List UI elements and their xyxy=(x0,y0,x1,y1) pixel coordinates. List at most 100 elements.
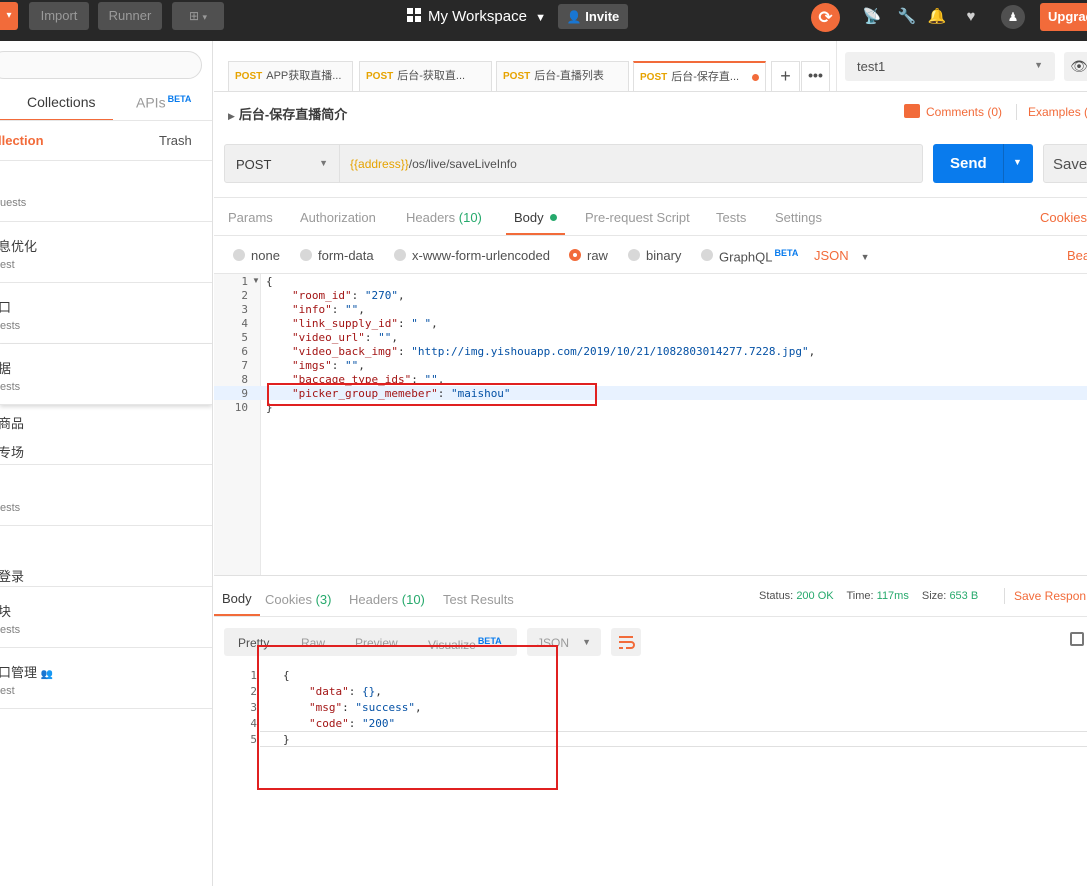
collection-item[interactable]: 口管理 👥 est xyxy=(0,648,212,709)
new-button[interactable]: ▾ xyxy=(0,2,18,30)
save-button[interactable]: Save xyxy=(1043,144,1087,183)
runner-button[interactable]: Runner xyxy=(98,2,162,30)
tab-tests[interactable]: Tests xyxy=(716,210,746,225)
invite-button[interactable]: 👤 Invite xyxy=(558,4,628,29)
url-input[interactable]: {{address}}/os/live/saveLiveInfo xyxy=(340,144,923,183)
radio-none-label: none xyxy=(251,248,280,263)
divider xyxy=(836,41,837,91)
request-tab[interactable]: POST APP获取直播... xyxy=(228,61,353,92)
copy-icon[interactable] xyxy=(1070,632,1084,646)
collection-item[interactable]: uests xyxy=(0,161,212,222)
beautify-link[interactable]: Bea xyxy=(1067,248,1087,263)
method-select[interactable]: POST ▼ xyxy=(224,144,340,183)
comment-icon xyxy=(904,104,920,118)
divider xyxy=(0,120,212,121)
json-punctuation: { xyxy=(266,275,273,288)
response-tab-body[interactable]: Body xyxy=(214,577,260,616)
json-key: "video_back_img" xyxy=(292,345,398,358)
line-number: 7 xyxy=(241,359,248,372)
tab-params[interactable]: Params xyxy=(228,210,273,225)
response-tab-test-results[interactable]: Test Results xyxy=(443,592,514,607)
cookies-link[interactable]: Cookies xyxy=(1040,210,1087,225)
radio-form-data[interactable] xyxy=(300,249,312,261)
environment-select[interactable]: test1 ▼ xyxy=(845,52,1055,81)
request-tab-active[interactable]: POST 后台-保存直... xyxy=(633,61,766,92)
eye-icon[interactable]: 👁 xyxy=(1064,52,1087,81)
collection-item[interactable]: ests xyxy=(0,465,212,526)
workspace-switcher[interactable]: My Workspace ▼ xyxy=(406,6,546,28)
wrench-icon[interactable]: 🔧 xyxy=(896,6,918,28)
response-tab-headers[interactable]: Headers (10) xyxy=(349,592,425,607)
radio-urlencoded[interactable] xyxy=(394,249,406,261)
tab-settings[interactable]: Settings xyxy=(775,210,822,225)
collection-item[interactable]: 口 ests xyxy=(0,283,212,344)
new-tab-button[interactable]: + xyxy=(771,61,800,92)
send-button[interactable]: Send ▼ xyxy=(933,144,1033,183)
tab-headers[interactable]: Headers (10) xyxy=(406,210,482,225)
divider xyxy=(1004,588,1005,604)
url-variable: {{address}} xyxy=(350,157,409,171)
save-response-button[interactable]: Save Respon xyxy=(1014,589,1086,603)
chevron-down-icon: ▼ xyxy=(860,252,870,262)
comments-button[interactable]: Comments (0) xyxy=(904,104,1002,119)
divider xyxy=(1003,144,1004,183)
radio-graphql[interactable] xyxy=(701,249,713,261)
folder-item[interactable]: 登录 xyxy=(0,556,212,587)
chevron-down-icon: ▼ xyxy=(535,12,546,24)
response-tab-body-label: Body xyxy=(222,591,252,606)
json-value: "270" xyxy=(364,289,398,302)
radio-graphql-label: GraphQL BETA xyxy=(719,248,798,264)
new-collection-button[interactable]: llection xyxy=(0,133,44,148)
collection-request-count: est xyxy=(0,685,15,697)
json-key: "imgs" xyxy=(292,359,332,372)
tab-prerequest-script[interactable]: Pre-request Script xyxy=(585,210,690,225)
json-punctuation: , xyxy=(358,303,365,316)
line-number: 2 xyxy=(241,289,248,302)
tab-label: 后台-获取直... xyxy=(397,70,466,82)
new-window-button[interactable]: ⊞ ▾ xyxy=(172,2,224,30)
chevron-down-icon: ▾ xyxy=(202,12,207,22)
fold-icon[interactable]: ▼ xyxy=(252,276,260,285)
collection-item[interactable]: 息优化 est xyxy=(0,222,212,283)
tab-apis[interactable]: APIs BETA xyxy=(136,94,191,111)
heart-icon[interactable]: ♥ xyxy=(960,6,982,28)
tab-body[interactable]: Body xyxy=(506,198,565,235)
tab-authorization[interactable]: Authorization xyxy=(300,210,376,225)
profile-icon[interactable]: ♟ xyxy=(1001,5,1025,29)
satellite-icon[interactable]: 📡 xyxy=(861,6,883,28)
collection-item-active[interactable]: 据 ests xyxy=(0,344,212,405)
caret-right-icon: ▶ xyxy=(228,111,235,121)
request-title[interactable]: ▶ 后台-保存直播简介 xyxy=(228,104,347,123)
wrap-lines-icon[interactable] xyxy=(611,628,641,656)
line-number: 2 xyxy=(250,685,257,698)
tab-label: APP获取直播... xyxy=(266,70,342,82)
radio-raw-selected[interactable] xyxy=(569,249,581,261)
response-tab-cookies[interactable]: Cookies (3) xyxy=(265,592,331,607)
more-tabs-button[interactable]: ••• xyxy=(801,61,830,92)
folder-item[interactable]: 商品 xyxy=(0,405,212,435)
examples-button[interactable]: Examples ( xyxy=(1028,105,1087,119)
collection-item[interactable]: 块 ests xyxy=(0,587,212,648)
bell-icon[interactable]: 🔔 xyxy=(926,6,948,28)
code-line: "imgs": "", xyxy=(292,359,365,372)
tab-collections[interactable]: Collections xyxy=(0,85,113,121)
request-tab[interactable]: POST 后台-直播列表 xyxy=(496,61,629,92)
method-value: POST xyxy=(236,157,272,172)
radio-form-data-label: form-data xyxy=(318,248,374,263)
line-number: 1 xyxy=(241,275,248,288)
upgrade-button[interactable]: Upgrade xyxy=(1040,3,1087,31)
url-text: {{address}}/os/live/saveLiveInfo xyxy=(350,157,517,171)
trash-button[interactable]: Trash xyxy=(159,133,192,148)
json-colon: : xyxy=(364,331,379,344)
folder-item[interactable]: 专场 xyxy=(0,435,212,465)
import-button[interactable]: Import xyxy=(29,2,89,30)
sync-icon[interactable]: ⟳ xyxy=(811,3,840,32)
sidebar-search-input[interactable] xyxy=(0,51,202,79)
add-user-icon: 👤 xyxy=(566,10,582,24)
chevron-down-icon: ▼ xyxy=(1013,157,1022,167)
radio-none[interactable] xyxy=(233,249,245,261)
response-meta: Status: 200 OK Time: 117ms Size: 653 B xyxy=(759,590,978,602)
radio-binary[interactable] xyxy=(628,249,640,261)
request-tab[interactable]: POST 后台-获取直... xyxy=(359,61,492,92)
format-select[interactable]: JSON ▼ xyxy=(814,248,870,263)
